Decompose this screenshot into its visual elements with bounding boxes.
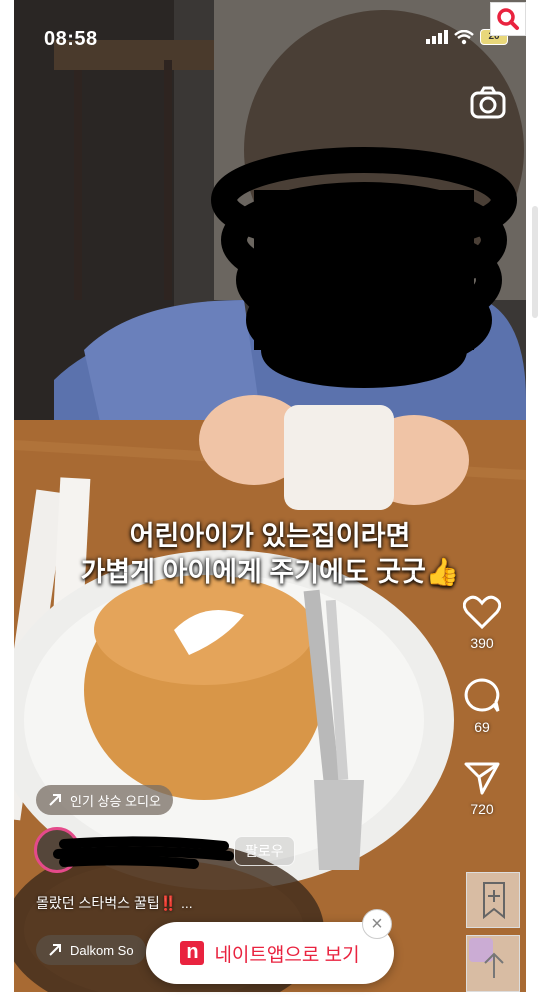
send-icon — [464, 762, 500, 795]
open-in-nate-app-label: 네이트앱으로 보기 — [214, 944, 360, 966]
post-caption[interactable]: 몰랐던 스타벅스 꿀팁‼️ ... — [36, 893, 193, 913]
trending-audio-label: 인기 상승 오디오 — [70, 793, 161, 809]
status-time: 08:58 — [44, 28, 98, 50]
share-button[interactable]: 720 — [452, 761, 512, 817]
comment-count: 69 — [474, 719, 490, 735]
scrollbar[interactable] — [532, 206, 538, 318]
bookmark-add-icon — [483, 882, 505, 920]
audio-track-label: Dalkom So — [70, 942, 134, 958]
nate-logo: n — [180, 941, 205, 965]
redacted-username — [53, 836, 234, 869]
heart-icon — [463, 595, 501, 629]
trending-arrow-icon — [49, 944, 61, 956]
wifi-icon — [454, 29, 474, 44]
camera-icon[interactable] — [470, 86, 506, 120]
scroll-top-button[interactable] — [466, 935, 520, 992]
reel-video[interactable]: 08:58 20 어린아이가 있는집이라면 가볍게 아이에게 주기에도 굿굿👍 — [14, 0, 526, 992]
page-margin — [526, 0, 540, 992]
trending-arrow-icon — [49, 794, 61, 806]
side-actions: 390 69 720 — [452, 595, 512, 843]
open-in-nate-app-button[interactable]: n 네이트앱으로 보기 — [146, 922, 394, 984]
caption-line-2: 가볍게 아이에게 주기에도 굿굿👍 — [80, 557, 460, 587]
search-icon — [497, 8, 519, 30]
like-count: 390 — [470, 635, 494, 651]
follow-button[interactable]: 팔로우 — [234, 836, 295, 866]
comment-button[interactable]: 69 — [452, 677, 512, 735]
like-button[interactable]: 390 — [452, 595, 512, 651]
signal-icon — [426, 30, 448, 44]
search-button[interactable] — [490, 2, 526, 36]
close-banner-button[interactable]: × — [362, 909, 392, 939]
status-bar: 08:58 20 — [14, 0, 526, 70]
audio-track-pill[interactable]: Dalkom So — [36, 935, 146, 965]
share-count: 720 — [470, 801, 494, 817]
arrow-up-icon — [469, 938, 504, 978]
comment-icon — [464, 678, 500, 712]
bookmark-add-button[interactable] — [466, 872, 520, 928]
trending-audio-pill[interactable]: 인기 상승 오디오 — [36, 785, 173, 815]
caption-line-1: 어린아이가 있는집이라면 — [129, 521, 411, 551]
